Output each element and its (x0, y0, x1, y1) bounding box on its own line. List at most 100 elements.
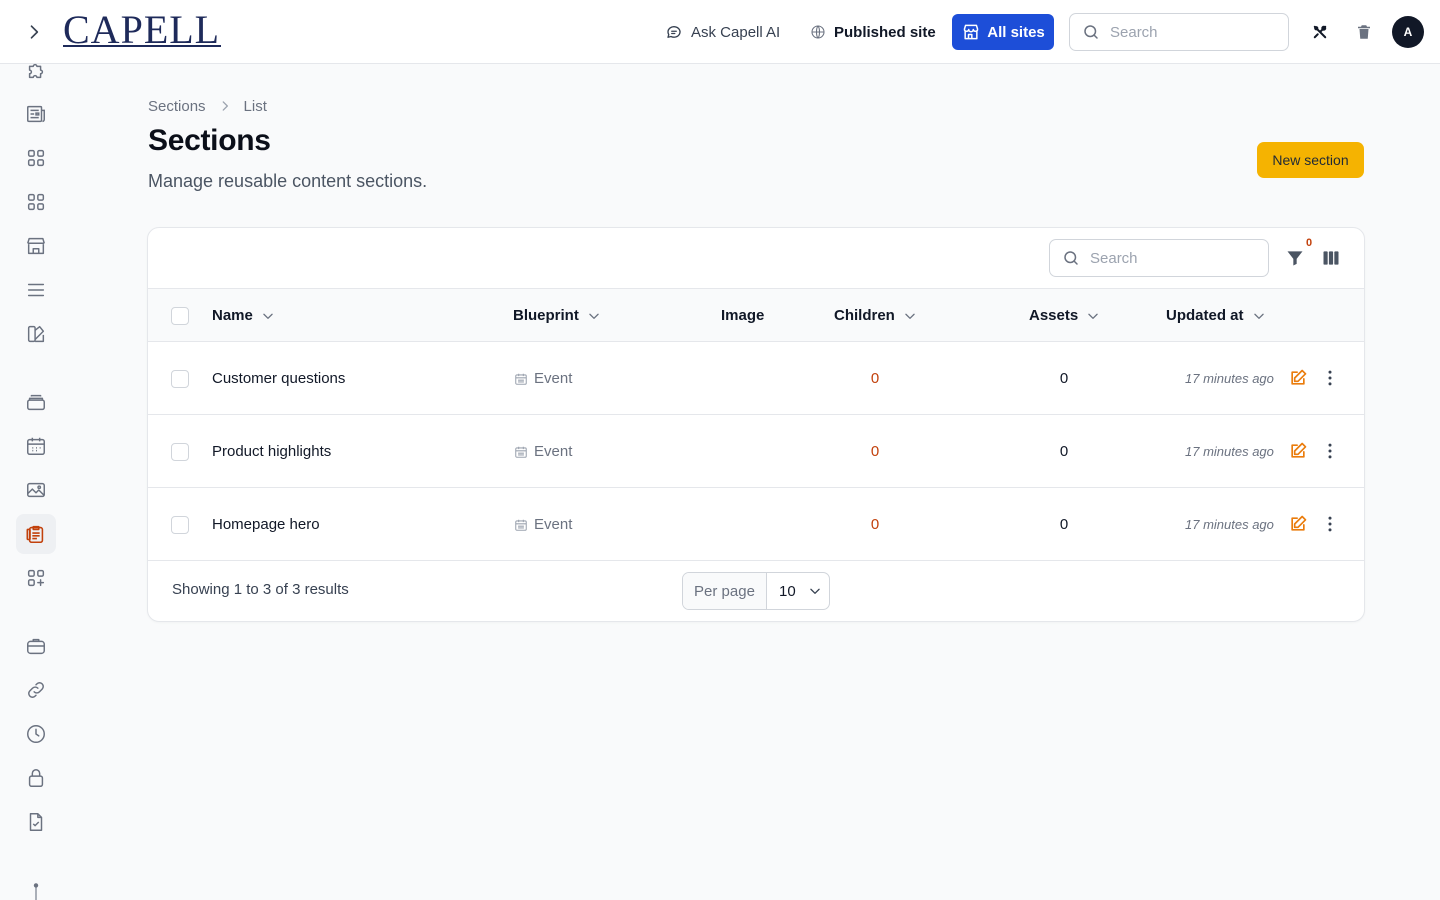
chat-bubble-icon (667, 26, 681, 38)
storefront-icon (27, 237, 45, 255)
expand-sidebar-button[interactable] (22, 20, 46, 44)
row-name[interactable]: Homepage hero (212, 488, 320, 561)
chevron-down-icon (1088, 313, 1098, 319)
stack-icon (27, 394, 45, 411)
row-children-count: 0 (870, 516, 880, 533)
row-checkbox[interactable] (171, 443, 189, 461)
sidebar-item-add-blocks[interactable] (16, 558, 56, 598)
page-subtitle: Manage reusable content sections. (148, 171, 428, 191)
new-section-button[interactable]: New section (1257, 142, 1364, 178)
sidebar-item-sites[interactable] (16, 226, 56, 266)
row-blueprint: Event (514, 415, 572, 488)
select-all-checkbox[interactable] (171, 307, 189, 325)
row-checkbox[interactable] (171, 516, 189, 534)
sidebar-item-media[interactable] (16, 470, 56, 510)
document-check-icon (29, 813, 43, 831)
blueprint-label: Event (534, 443, 573, 460)
sidebar-item-stack[interactable] (16, 382, 56, 422)
puzzle-icon (28, 63, 44, 79)
columns-toggle-button[interactable] (1320, 246, 1342, 270)
sidebar-item-grid-2[interactable] (16, 182, 56, 222)
pencil-square-icon (1291, 442, 1307, 458)
storefront-icon (963, 24, 979, 40)
chevron-right-icon (222, 101, 228, 111)
table-footer: Showing 1 to 3 of 3 results Per page 10 (148, 561, 1364, 621)
column-label: Blueprint (513, 307, 579, 324)
sidebar-item-history[interactable] (16, 714, 56, 754)
row-children-count: 0 (870, 370, 880, 387)
tools-button[interactable] (1308, 20, 1332, 44)
table-header: Name Blueprint Image Children Assets Upd… (148, 289, 1364, 342)
row-name[interactable]: Customer questions (212, 342, 345, 415)
logo[interactable]: CAPELL (63, 10, 220, 50)
sidebar-more[interactable] (16, 878, 56, 900)
per-page-label: Per page (683, 573, 767, 609)
trash-button[interactable] (1352, 20, 1376, 44)
top-bar: CAPELL Ask Capell AI Published site All … (0, 0, 1440, 64)
column-header-children[interactable]: Children (834, 289, 917, 342)
sidebar-item-grid-1[interactable] (16, 138, 56, 178)
breadcrumb-sections[interactable]: Sections (148, 98, 206, 115)
column-header-name[interactable]: Name (212, 289, 275, 342)
newspaper-icon (27, 105, 45, 123)
sidebar-item-puzzle[interactable] (16, 51, 56, 91)
column-label: Assets (1029, 307, 1079, 324)
filter-button[interactable] (1284, 246, 1306, 270)
ask-ai-link[interactable]: Ask Capell AI (665, 20, 780, 44)
table-row[interactable]: Product highlights Event 0 0 17 minutes … (148, 415, 1364, 488)
dots-vertical-icon (1328, 370, 1332, 386)
row-edit-button[interactable] (1286, 512, 1310, 536)
row-updated-at: 17 minutes ago (1185, 371, 1274, 386)
sidebar-item-links[interactable] (16, 670, 56, 710)
sidebar-item-calendar[interactable] (16, 426, 56, 466)
trash-icon (1358, 25, 1370, 39)
column-label: Children (834, 307, 895, 324)
row-more-button[interactable] (1318, 512, 1342, 536)
clipboard-icon (26, 525, 44, 544)
column-header-updated-at[interactable]: Updated at (1166, 289, 1266, 342)
all-sites-label: All sites (987, 23, 1045, 41)
sidebar-item-briefcase[interactable] (16, 626, 56, 666)
grid-icon (27, 193, 45, 211)
dots-vertical-icon (1328, 516, 1332, 532)
sections-table-card: 0 Name Blueprint Image Children Assets U… (147, 227, 1365, 622)
briefcase-icon (27, 638, 45, 655)
sidebar-item-menus[interactable] (16, 270, 56, 310)
sidebar-item-approvals[interactable] (16, 802, 56, 842)
avatar[interactable]: A (1392, 16, 1424, 48)
row-assets-count: 0 (1059, 443, 1069, 460)
results-summary: Showing 1 to 3 of 3 results (172, 581, 349, 598)
sidebar-item-themes[interactable] (16, 314, 56, 354)
column-header-assets[interactable]: Assets (1029, 289, 1100, 342)
grid-icon (27, 149, 45, 167)
row-checkbox[interactable] (171, 370, 189, 388)
per-page-select[interactable]: 10 (767, 573, 829, 609)
table-search (1049, 239, 1269, 277)
filter-count-badge: 0 (1306, 237, 1313, 249)
published-site-link[interactable]: Published site (810, 20, 936, 44)
calendar-icon (27, 437, 45, 455)
table-search-input[interactable] (1090, 249, 1250, 267)
menu-lines-icon (27, 283, 45, 297)
search-icon (1084, 25, 1098, 39)
row-updated-at: 17 minutes ago (1185, 517, 1274, 532)
row-edit-button[interactable] (1286, 439, 1310, 463)
table-row[interactable]: Customer questions Event 0 0 17 minutes … (148, 342, 1364, 415)
column-header-blueprint[interactable]: Blueprint (513, 289, 601, 342)
row-assets-count: 0 (1059, 516, 1069, 533)
row-edit-button[interactable] (1286, 366, 1310, 390)
column-label: Image (721, 307, 765, 324)
all-sites-button[interactable]: All sites (952, 14, 1054, 50)
sidebar-item-news[interactable] (16, 94, 56, 134)
global-search (1069, 13, 1289, 51)
sidebar-item-security[interactable] (16, 758, 56, 798)
row-more-button[interactable] (1318, 366, 1342, 390)
sidebar (0, 63, 72, 900)
table-row[interactable]: Homepage hero Event 0 0 17 minutes ago (148, 488, 1364, 561)
global-search-input[interactable] (1110, 23, 1270, 41)
row-assets-count: 0 (1059, 370, 1069, 387)
breadcrumb-current: List (243, 97, 267, 115)
sidebar-item-sections[interactable] (16, 514, 56, 554)
row-name[interactable]: Product highlights (212, 415, 331, 488)
row-more-button[interactable] (1318, 439, 1342, 463)
